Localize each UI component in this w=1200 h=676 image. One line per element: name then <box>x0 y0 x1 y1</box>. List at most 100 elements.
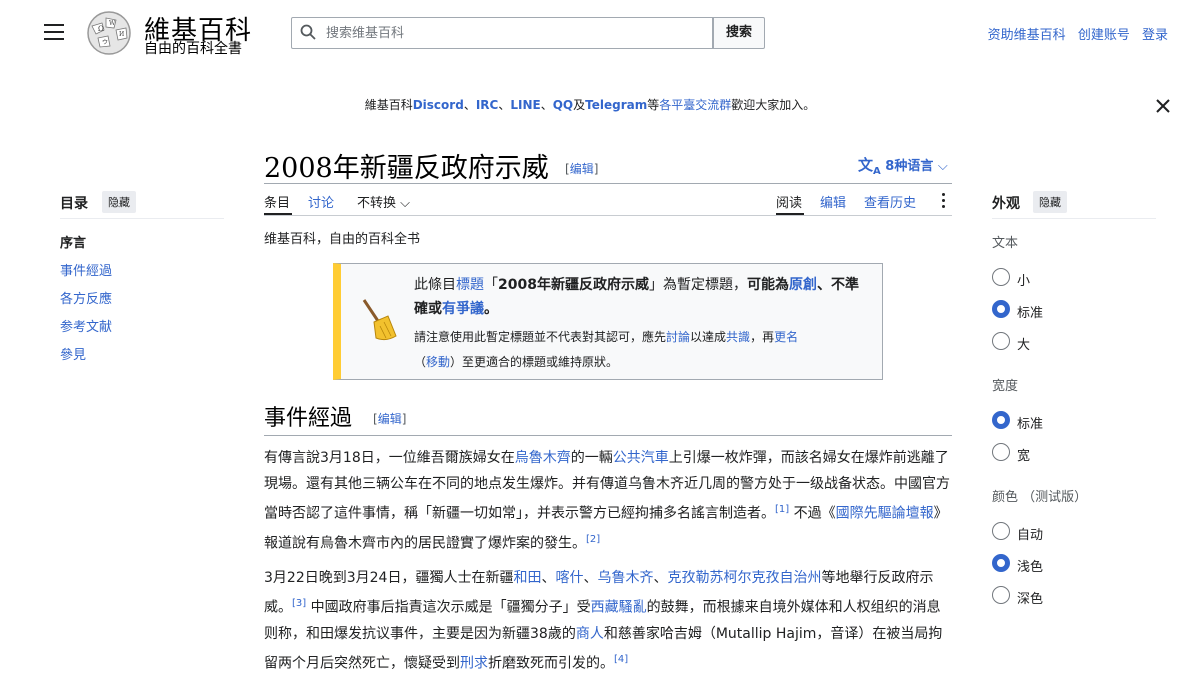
toc-item-references[interactable]: 参考文献 <box>60 316 112 335</box>
toc-item-events[interactable]: 事件經過 <box>60 260 112 279</box>
chevron-down-icon: ⌵ <box>937 159 948 174</box>
main-menu-button[interactable] <box>44 24 64 40</box>
tab-read[interactable]: 阅读 <box>776 192 802 211</box>
width-wide-radio[interactable] <box>992 443 1010 461</box>
link-hotan[interactable]: 和田 <box>513 570 541 586</box>
menu-icon-bar <box>44 24 64 26</box>
notice-link-consensus[interactable]: 共識 <box>726 330 750 344</box>
text-size-label: 文本 <box>992 236 1019 251</box>
notice-link-move[interactable]: 移動 <box>426 355 450 369</box>
link-torture[interactable]: 刑求 <box>460 655 488 671</box>
broom-icon <box>362 299 397 341</box>
color-dark-label[interactable]: 深色 <box>1017 588 1043 607</box>
donate-link[interactable]: 资助维基百科 <box>988 28 1066 43</box>
para-text: 的一輛 <box>570 450 613 466</box>
language-button[interactable]: 文A 8种语言 ⌵ <box>858 154 948 177</box>
toc-item-reactions[interactable]: 各方反應 <box>60 288 112 307</box>
banner-text: 等 <box>647 98 660 112</box>
tab-edit[interactable]: 编辑 <box>820 192 846 211</box>
link-bus[interactable]: 公共汽車 <box>613 450 669 466</box>
link-iht[interactable]: 國際先驅論壇報 <box>836 506 934 522</box>
ref-2[interactable]: [2] <box>586 534 600 545</box>
link-urumqi-2[interactable]: 乌鲁木齐 <box>597 570 653 586</box>
para-text: 中國政府事后指責這次示威是「疆獨分子」受 <box>306 599 591 616</box>
banner-link-discord[interactable]: Discord <box>413 98 464 112</box>
toc-item-intro[interactable]: 序言 <box>60 232 86 251</box>
link-merchant[interactable]: 商人 <box>576 626 604 642</box>
site-subtitle: 维基百科，自由的百科全书 <box>264 232 421 247</box>
color-auto-label[interactable]: 自动 <box>1017 524 1043 543</box>
text-size-standard-label[interactable]: 标准 <box>1017 302 1043 321</box>
notice-text: （ <box>414 355 427 369</box>
close-icon[interactable] <box>1154 97 1172 115</box>
link-kashgar[interactable]: 喀什 <box>555 570 583 586</box>
para-text: 、 <box>653 570 668 586</box>
toc-title: 目录 <box>60 196 88 212</box>
login-link[interactable]: 登录 <box>1142 28 1168 43</box>
svg-text:Ω: Ω <box>98 25 104 33</box>
search-input[interactable] <box>324 18 708 48</box>
banner-link-irc[interactable]: IRC <box>476 98 499 112</box>
text-size-standard-radio[interactable] <box>992 300 1010 318</box>
more-actions-icon[interactable] <box>938 191 948 211</box>
variant-dropdown[interactable]: 不转换 ⌵ <box>357 192 410 211</box>
notice-link-original[interactable]: 原創 <box>789 277 817 293</box>
translate-icon: 文A <box>858 156 881 177</box>
appearance-hide-button[interactable]: 隐藏 <box>1033 191 1067 213</box>
title-divider <box>264 183 952 184</box>
width-wide-label[interactable]: 宽 <box>1017 445 1030 464</box>
width-standard-label[interactable]: 标准 <box>1017 413 1043 432</box>
text-size-small-radio[interactable] <box>992 268 1010 286</box>
chevron-down-icon: ⌵ <box>400 196 411 211</box>
toc-divider <box>60 218 224 219</box>
tab-talk[interactable]: 讨论 <box>308 192 334 211</box>
banner-sep: 、 <box>540 98 553 112</box>
color-dark-radio[interactable] <box>992 586 1010 604</box>
notice-link-title[interactable]: 標題 <box>456 277 484 293</box>
svg-text:И: И <box>119 31 124 38</box>
color-light-radio[interactable] <box>992 554 1010 572</box>
banner-link-qq[interactable]: QQ <box>553 98 573 112</box>
text-size-large-radio[interactable] <box>992 332 1010 350</box>
page-title: 2008年新疆反政府示威 <box>264 153 549 184</box>
notice-line-1: 此條目標題「2008年新疆反政府示威」為暫定標題，可能為原創、不準確或有爭議。 <box>414 273 870 321</box>
search-icon <box>300 24 316 40</box>
link-tibet-unrest[interactable]: 西藏騷亂 <box>591 600 647 616</box>
banner-link-telegram[interactable]: Telegram <box>585 98 647 112</box>
text-size-large-label[interactable]: 大 <box>1017 334 1030 353</box>
text-size-small-label[interactable]: 小 <box>1017 270 1030 289</box>
create-account-link[interactable]: 创建账号 <box>1078 28 1130 43</box>
toc-hide-button[interactable]: 隐藏 <box>102 191 136 213</box>
para-text: 、 <box>541 570 556 586</box>
ref-4[interactable]: [4] <box>614 654 628 665</box>
width-standard-radio[interactable] <box>992 411 1010 429</box>
notice-line-2: 請注意使用此暫定標題並不代表對其認可，應先討論以達成共識，再更名 （移動）至更適合… <box>414 325 870 375</box>
title-edit-link[interactable]: 编辑 <box>570 162 594 176</box>
link-kizilsu[interactable]: 克孜勒苏柯尔克孜自治州 <box>667 570 821 586</box>
search-button[interactable]: 搜索 <box>713 17 765 49</box>
ref-3[interactable]: [3] <box>292 598 306 609</box>
tab-article[interactable]: 条目 <box>264 192 290 211</box>
banner-text: 及 <box>573 98 586 112</box>
tab-history[interactable]: 查看历史 <box>864 192 916 211</box>
banner-link-line[interactable]: LINE <box>510 98 540 112</box>
section-edit-link[interactable]: 编辑 <box>378 412 402 426</box>
color-auto-radio[interactable] <box>992 522 1010 540</box>
notice-link-rename[interactable]: 更名 <box>774 330 798 344</box>
notice-link-discuss[interactable]: 討論 <box>666 330 690 344</box>
ref-1[interactable]: [1] <box>775 504 789 515</box>
toc-item-see-also[interactable]: 參見 <box>60 344 86 363</box>
svg-text:ウ: ウ <box>102 38 108 46</box>
section-heading: 事件經過 <box>264 406 353 431</box>
wikipedia-globe-icon[interactable]: Ω W И ウ <box>84 10 134 56</box>
banner-link-groups[interactable]: 各平臺交流群 <box>659 98 731 112</box>
para-text: 不過《 <box>789 505 836 522</box>
link-urumqi[interactable]: 烏魯木齊 <box>515 450 571 466</box>
banner-sep: 、 <box>498 98 511 112</box>
notice-link-disputed[interactable]: 有爭議 <box>442 301 484 317</box>
banner-sep: 、 <box>463 98 476 112</box>
color-light-label[interactable]: 浅色 <box>1017 556 1043 575</box>
notice-text: 請注意使用此暫定標題並不代表對其認可，應先 <box>414 330 667 344</box>
color-label: 颜色 （测试版） <box>992 490 1088 505</box>
user-links: 资助维基百科 创建账号 登录 <box>980 24 1168 43</box>
